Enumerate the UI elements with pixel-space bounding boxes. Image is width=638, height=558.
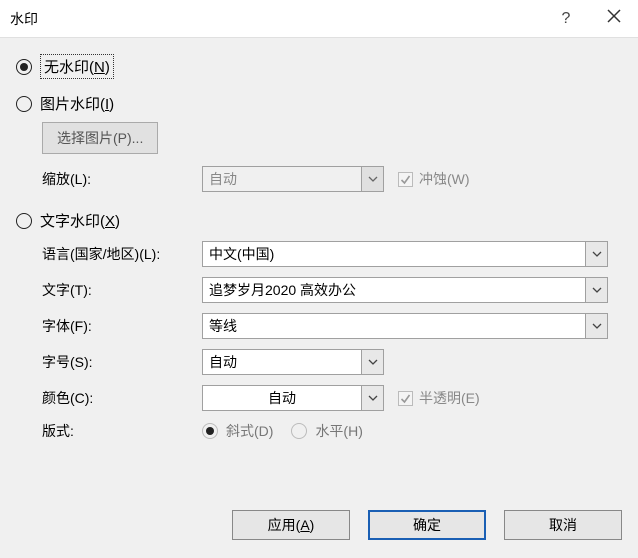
layout-label: 版式: — [42, 421, 202, 441]
text-section: 语言(国家/地区)(L): 中文(中国) 文字(T): 追梦岁月2020 高效办… — [16, 241, 622, 441]
size-value: 自动 — [203, 352, 361, 372]
help-button[interactable]: ? — [542, 0, 590, 38]
radio-icon — [16, 213, 32, 229]
color-value: 自动 — [203, 388, 361, 408]
text-combobox[interactable]: 追梦岁月2020 高效办公 — [202, 277, 608, 303]
chevron-down-icon — [585, 242, 607, 266]
language-value: 中文(中国) — [203, 244, 585, 264]
text-label: 文字(T): — [42, 280, 202, 300]
radio-icon — [16, 59, 32, 75]
close-button[interactable] — [590, 0, 638, 38]
titlebar: 水印 ? — [0, 0, 638, 38]
chevron-down-icon — [361, 167, 383, 191]
font-label: 字体(F): — [42, 316, 202, 336]
option-text-watermark[interactable]: 文字水印(X) — [16, 210, 622, 231]
scale-value: 自动 — [203, 169, 361, 189]
font-combobox[interactable]: 等线 — [202, 313, 608, 339]
chevron-down-icon — [585, 314, 607, 338]
chevron-down-icon — [585, 278, 607, 302]
font-value: 等线 — [203, 316, 585, 336]
scale-dropdown[interactable]: 自动 — [202, 166, 384, 192]
scale-label: 缩放(L): — [42, 169, 202, 189]
radio-icon — [16, 96, 32, 112]
size-dropdown[interactable]: 自动 — [202, 349, 384, 375]
option-no-watermark[interactable]: 无水印(N) — [16, 54, 622, 79]
radio-icon — [291, 423, 307, 439]
radio-icon — [202, 423, 218, 439]
option-picture-watermark[interactable]: 图片水印(I) — [16, 93, 622, 114]
layout-diagonal-label: 斜式(D) — [226, 421, 273, 441]
layout-horizontal-label: 水平(H) — [315, 421, 362, 441]
select-picture-button[interactable]: 选择图片(P)... — [42, 122, 158, 154]
color-label: 颜色(C): — [42, 388, 202, 408]
close-icon — [607, 9, 621, 28]
chevron-down-icon — [361, 386, 383, 410]
option-text-watermark-label: 文字水印(X) — [40, 210, 120, 231]
layout-diagonal-option[interactable]: 斜式(D) — [202, 421, 273, 441]
text-value: 追梦岁月2020 高效办公 — [203, 280, 585, 300]
language-label: 语言(国家/地区)(L): — [42, 244, 202, 264]
dialog-title: 水印 — [10, 9, 542, 29]
picture-section: 选择图片(P)... 缩放(L): 自动 冲蚀(W) — [16, 122, 622, 192]
option-no-watermark-label: 无水印(N) — [40, 54, 114, 79]
dialog-footer: 应用(A) 确定 取消 — [0, 498, 638, 558]
apply-button[interactable]: 应用(A) — [232, 510, 350, 540]
semitransparent-label: 半透明(E) — [419, 388, 480, 408]
dialog-body: 无水印(N) 图片水印(I) 选择图片(P)... 缩放(L): 自动 — [0, 38, 638, 498]
color-dropdown[interactable]: 自动 — [202, 385, 384, 411]
semitransparent-checkbox[interactable] — [398, 391, 413, 406]
watermark-dialog: 水印 ? 无水印(N) 图片水印(I) 选择图片(P)... 缩放(L): — [0, 0, 638, 558]
washout-checkbox[interactable] — [398, 172, 413, 187]
language-dropdown[interactable]: 中文(中国) — [202, 241, 608, 267]
size-label: 字号(S): — [42, 352, 202, 372]
layout-horizontal-option[interactable]: 水平(H) — [291, 421, 362, 441]
washout-label: 冲蚀(W) — [419, 169, 470, 189]
chevron-down-icon — [361, 350, 383, 374]
help-icon: ? — [562, 10, 571, 28]
ok-button[interactable]: 确定 — [368, 510, 486, 540]
option-picture-watermark-label: 图片水印(I) — [40, 93, 114, 114]
cancel-button[interactable]: 取消 — [504, 510, 622, 540]
